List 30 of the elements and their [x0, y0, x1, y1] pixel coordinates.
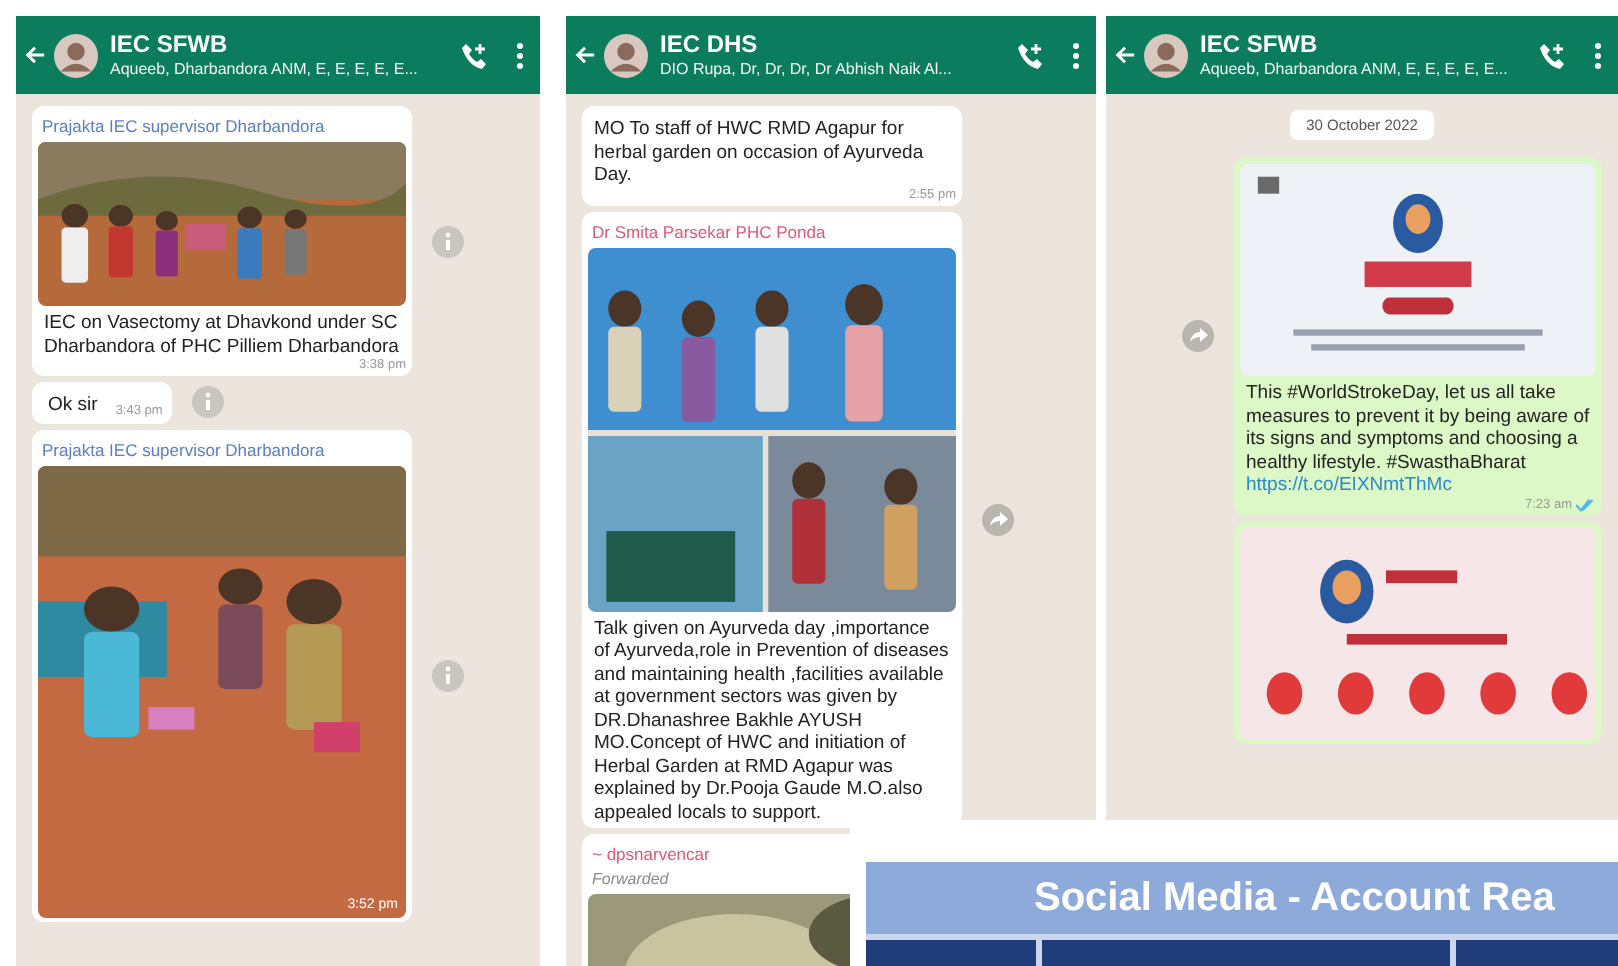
add-call-icon[interactable] — [1538, 41, 1566, 69]
back-arrow-icon[interactable] — [1114, 44, 1136, 66]
chat-title: IEC DHS — [660, 30, 760, 58]
group-avatar[interactable] — [54, 33, 98, 77]
sender-name: Prajakta IEC supervisor Dharbandora — [40, 114, 327, 140]
table-title: Social Media - Account Rea — [866, 862, 1618, 934]
back-arrow-icon[interactable] — [574, 44, 596, 66]
message-link[interactable]: https://t.co/EIXNmtThMc — [1240, 474, 1458, 497]
chat-members: Aqueeb, Dharbandora ANM, E, E, E, E, E... — [110, 58, 420, 80]
sender-name: Dr Smita Parsekar PHC Ponda — [590, 219, 828, 245]
message-text: Talk given on Ayurveda day ,importance of Ayurveda,role in Prevention of diseases and maintaining health ,facilities available at government sectors was given by DR.Dhanashree Bakhle AYUSH MO.Concept of HWC and initiation of Herbal Garden at RMD Agapur was explained by Dr.Pooja Gaude M.O.also appealed locals to support. — [592, 615, 951, 824]
chat-members: DIO Rupa, Dr, Dr, Dr, Dr Abhish Naik Al... — [660, 58, 954, 80]
add-call-icon[interactable] — [460, 41, 488, 69]
add-call-icon[interactable] — [1016, 41, 1044, 69]
message-text: MO To staff of HWC RMD Agapur for herbal garden on occasion of Ayurveda Day. — [592, 116, 926, 187]
forwarded-label: Forwarded — [590, 870, 671, 892]
menu-icon[interactable] — [1072, 41, 1080, 69]
back-arrow-icon[interactable] — [24, 44, 46, 66]
message-text: IEC on Vasectomy at Dhavkond under SC Dharbandora of PHC Pilliem Dharbandora — [42, 310, 401, 358]
chat-title: IEC SFWB — [110, 30, 230, 58]
menu-icon[interactable] — [1594, 41, 1602, 69]
group-avatar[interactable] — [1144, 33, 1188, 77]
menu-icon[interactable] — [516, 41, 524, 69]
chat-members: Aqueeb, Dharbandora ANM, E, E, E, E, E... — [1200, 58, 1510, 80]
message-text: Ok sir — [46, 392, 100, 417]
message-text: This #WorldStrokeDay, let us all take measures to prevent it by being aware of its signs and symptoms and choosing a healthy lifestyle. #SwasthaBharat — [1244, 380, 1592, 474]
sender-name: ~ dpsnarvencar — [590, 842, 712, 868]
group-avatar[interactable] — [604, 33, 648, 77]
sender-name: Prajakta IEC supervisor Dharbandora — [40, 437, 327, 464]
chat-title: IEC SFWB — [1200, 30, 1320, 58]
